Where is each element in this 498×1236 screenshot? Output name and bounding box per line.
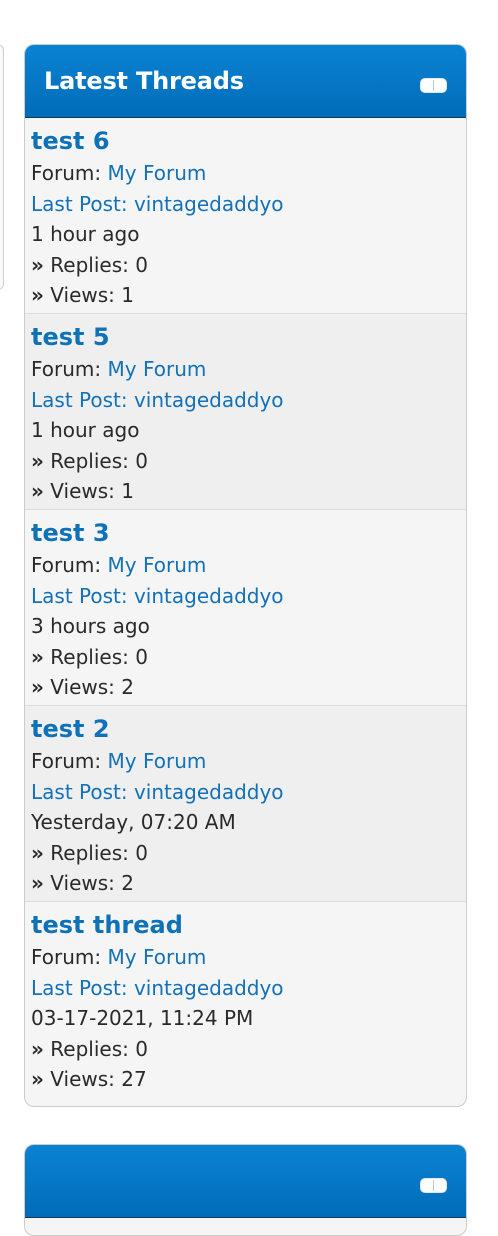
raquo-icon: » (31, 252, 44, 277)
forum-link[interactable]: My Forum (108, 945, 207, 969)
replies-line: » Replies: 0 (31, 1034, 466, 1065)
forum-link[interactable]: My Forum (108, 553, 207, 577)
forum-link[interactable]: My Forum (108, 749, 207, 773)
forum-label: Forum: (31, 945, 102, 969)
views-label: Views: (50, 479, 115, 503)
views-count: 1 (121, 283, 134, 307)
replies-count: 0 (135, 1036, 148, 1061)
thread-item: test 6 Forum: My Forum Last Post: vintag… (25, 118, 466, 314)
post-time: 1 hour ago (31, 418, 140, 442)
latest-threads-panel: Latest Threads test 6 Forum: My Forum La… (24, 44, 467, 1107)
second-sidebar-panel (24, 1144, 467, 1236)
replies-count: 0 (135, 448, 148, 473)
thread-item: test 2 Forum: My Forum Last Post: vintag… (25, 706, 466, 902)
collapse-icon[interactable] (420, 1178, 447, 1193)
views-line: » Views: 27 (31, 1064, 466, 1095)
replies-line: » Replies: 0 (31, 446, 466, 477)
views-count: 2 (121, 871, 134, 895)
thread-item: test 5 Forum: My Forum Last Post: vintag… (25, 314, 466, 510)
raquo-icon: » (31, 479, 44, 503)
thread-title-link[interactable]: test 3 (31, 518, 466, 548)
thread-forum-line: Forum: My Forum (31, 746, 466, 777)
thread-list: test 6 Forum: My Forum Last Post: vintag… (25, 118, 466, 1098)
raquo-icon: » (31, 448, 44, 473)
replies-label: Replies: (50, 252, 129, 277)
replies-label: Replies: (50, 1036, 129, 1061)
thread-forum-line: Forum: My Forum (31, 158, 466, 189)
raquo-icon: » (31, 840, 44, 865)
raquo-icon: » (31, 1036, 44, 1061)
post-time: 03-17-2021, 11:24 PM (31, 1006, 254, 1030)
last-post-line: Last Post: vintagedaddyo (31, 581, 466, 612)
last-post-line: Last Post: vintagedaddyo (31, 189, 466, 220)
replies-line: » Replies: 0 (31, 250, 466, 281)
last-post-line: Last Post: vintagedaddyo (31, 385, 466, 416)
views-line: » Views: 2 (31, 868, 466, 899)
replies-count: 0 (135, 840, 148, 865)
last-post-line: Last Post: vintagedaddyo (31, 777, 466, 808)
adjacent-sidebar-block (0, 44, 4, 290)
last-post-link[interactable]: Last Post: vintagedaddyo (31, 780, 284, 804)
thread-title-link[interactable]: test 5 (31, 322, 466, 352)
views-label: Views: (50, 871, 115, 895)
last-post-link[interactable]: Last Post: vintagedaddyo (31, 584, 284, 608)
last-post-link[interactable]: Last Post: vintagedaddyo (31, 388, 284, 412)
raquo-icon: » (31, 675, 44, 699)
replies-line: » Replies: 0 (31, 838, 466, 869)
views-count: 2 (121, 675, 134, 699)
thread-forum-line: Forum: My Forum (31, 354, 466, 385)
replies-line: » Replies: 0 (31, 642, 466, 673)
replies-label: Replies: (50, 840, 129, 865)
views-label: Views: (50, 1067, 115, 1091)
forum-label: Forum: (31, 749, 102, 773)
panel-title: Latest Threads (44, 67, 244, 95)
forum-label: Forum: (31, 553, 102, 577)
forum-label: Forum: (31, 357, 102, 381)
views-label: Views: (50, 283, 115, 307)
thread-title-link[interactable]: test thread (31, 910, 466, 940)
collapse-icon[interactable] (420, 78, 447, 93)
last-post-line: Last Post: vintagedaddyo (31, 973, 466, 1004)
views-count: 1 (121, 479, 134, 503)
thread-item: test thread Forum: My Forum Last Post: v… (25, 902, 466, 1098)
thread-forum-line: Forum: My Forum (31, 550, 466, 581)
forum-label: Forum: (31, 161, 102, 185)
post-time: 3 hours ago (31, 614, 150, 638)
panel-header: Latest Threads (25, 45, 466, 118)
replies-count: 0 (135, 644, 148, 669)
views-label: Views: (50, 675, 115, 699)
raquo-icon: » (31, 871, 44, 895)
replies-count: 0 (135, 252, 148, 277)
thread-item: test 3 Forum: My Forum Last Post: vintag… (25, 510, 466, 706)
post-time: Yesterday, 07:20 AM (31, 810, 236, 834)
raquo-icon: » (31, 644, 44, 669)
replies-label: Replies: (50, 644, 129, 669)
views-line: » Views: 1 (31, 476, 466, 507)
thread-title-link[interactable]: test 6 (31, 126, 466, 156)
replies-label: Replies: (50, 448, 129, 473)
last-post-link[interactable]: Last Post: vintagedaddyo (31, 976, 284, 1000)
forum-link[interactable]: My Forum (108, 357, 207, 381)
views-line: » Views: 1 (31, 280, 466, 311)
views-line: » Views: 2 (31, 672, 466, 703)
forum-link[interactable]: My Forum (108, 161, 207, 185)
panel-header (25, 1145, 466, 1218)
views-count: 27 (121, 1067, 147, 1091)
raquo-icon: » (31, 283, 44, 307)
post-time: 1 hour ago (31, 222, 140, 246)
raquo-icon: » (31, 1067, 44, 1091)
thread-forum-line: Forum: My Forum (31, 942, 466, 973)
last-post-link[interactable]: Last Post: vintagedaddyo (31, 192, 284, 216)
thread-title-link[interactable]: test 2 (31, 714, 466, 744)
